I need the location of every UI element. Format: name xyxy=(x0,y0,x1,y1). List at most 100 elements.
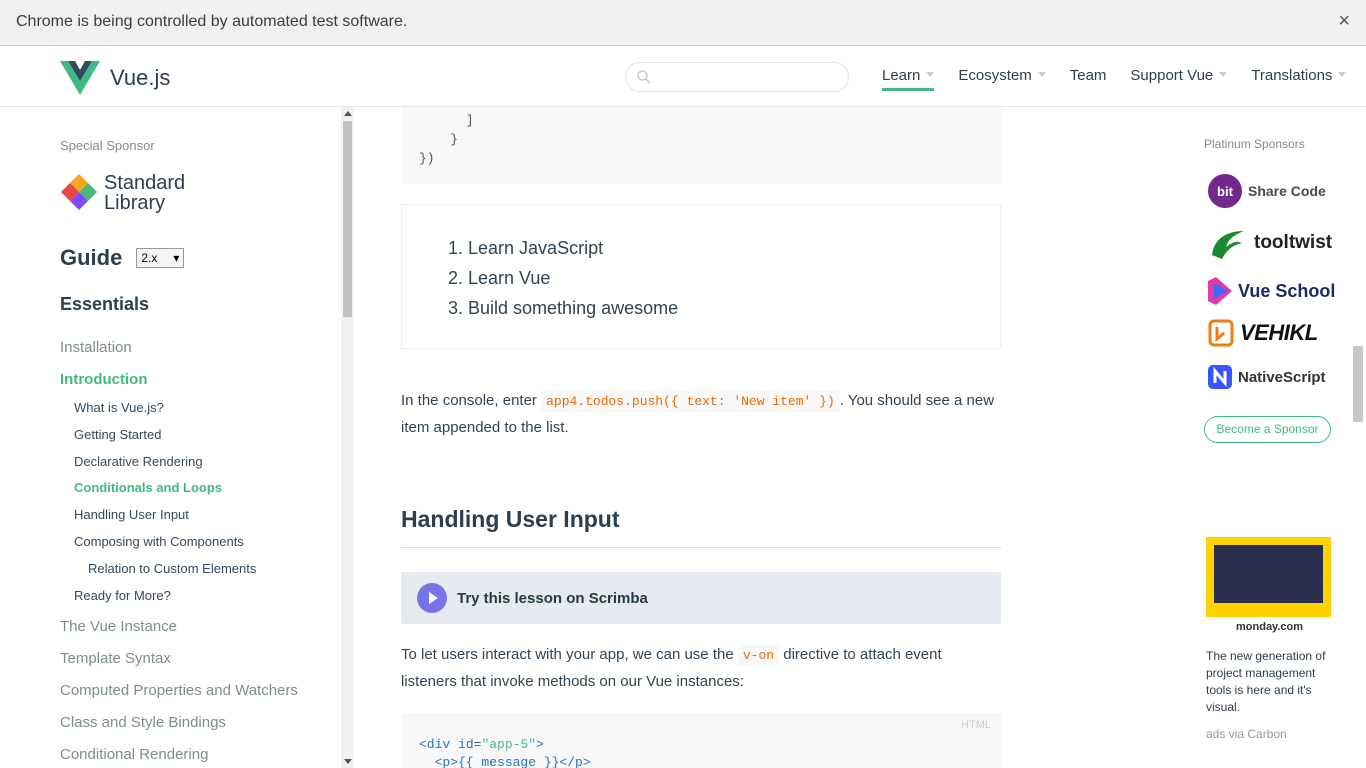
vue-logo-icon xyxy=(60,61,100,95)
sidebar-item-getting-started[interactable]: Getting Started xyxy=(74,427,161,442)
sponsor-name: tooltwist xyxy=(1254,232,1333,253)
todo-list: 1. Learn JavaScript 2. Learn Vue 3. Buil… xyxy=(448,233,678,323)
sidebar-item-class-style-bindings[interactable]: Class and Style Bindings xyxy=(60,714,226,731)
nav-learn[interactable]: Learn xyxy=(882,67,935,91)
code-line: ] xyxy=(419,113,474,128)
sidebar-item-composing-with-components[interactable]: Composing with Components xyxy=(74,534,244,549)
svg-text:bit: bit xyxy=(1217,184,1234,199)
scrimba-lesson-link[interactable]: Try this lesson on Scrimba xyxy=(401,572,1001,624)
sidebar: Special Sponsor Standard Library Guide 2… xyxy=(0,107,340,768)
sponsor-tooltwist[interactable]: tooltwist xyxy=(1208,225,1332,261)
scroll-down-icon[interactable] xyxy=(344,759,352,764)
sidebar-item-relation-to-custom-elements[interactable]: Relation to Custom Elements xyxy=(88,561,256,576)
carbon-ad-text[interactable]: The new generation of project management… xyxy=(1206,648,1334,716)
standard-library-name: Standard Library xyxy=(104,173,185,213)
page-scrollbar-thumb[interactable] xyxy=(1353,346,1363,422)
vehikl-logo-icon xyxy=(1208,319,1234,347)
scrollbar-thumb[interactable] xyxy=(343,121,352,317)
chevron-down-icon xyxy=(926,71,935,77)
vue-logo-link[interactable]: Vue.js xyxy=(60,61,170,95)
paragraph-text: To let users interact with your app, we … xyxy=(401,646,738,663)
sidebar-item-installation[interactable]: Installation xyxy=(60,339,132,356)
sponsor-name: Vue School xyxy=(1238,280,1336,301)
sponsor-vehikl[interactable]: VEHIKL xyxy=(1208,319,1318,347)
bit-logo-icon: bit xyxy=(1208,174,1242,208)
nav-label: Ecosystem xyxy=(958,67,1032,84)
nav-translations[interactable]: Translations xyxy=(1251,67,1347,91)
play-icon xyxy=(417,583,447,613)
carbon-ad-image[interactable] xyxy=(1206,537,1331,617)
scrimba-label: Try this lesson on Scrimba xyxy=(457,590,648,607)
code-language-label: HTML xyxy=(961,719,991,731)
sidebar-item-declarative-rendering[interactable]: Declarative Rendering xyxy=(74,454,203,469)
sidebar-item-conditionals-and-loops[interactable]: Conditionals and Loops xyxy=(74,480,222,495)
code-token: > xyxy=(536,737,544,752)
chevron-down-icon xyxy=(1037,71,1046,77)
platinum-sponsors-label: Platinum Sponsors xyxy=(1204,137,1305,151)
paragraph-text: In the console, enter xyxy=(401,392,542,409)
code-line: <div id="app-5"> xyxy=(419,737,544,752)
guide-title: Guide xyxy=(60,245,123,270)
sponsor-name-line1: Standard xyxy=(104,172,186,194)
list-item: 2. Learn Vue xyxy=(448,268,551,288)
search-input[interactable] xyxy=(656,67,841,87)
chevron-down-icon xyxy=(1338,71,1347,77)
become-sponsor-button[interactable]: Become a Sponsor xyxy=(1204,416,1331,443)
sidebar-item-ready-for-more[interactable]: Ready for More? xyxy=(74,588,171,603)
search-icon xyxy=(637,70,651,84)
infobar-message: Chrome is being controlled by automated … xyxy=(16,13,408,30)
ad-screenshot xyxy=(1214,545,1323,603)
sidebar-scrollbar[interactable] xyxy=(341,107,354,768)
ads-via-carbon-link[interactable]: ads via Carbon xyxy=(1206,727,1287,741)
code-token: "app-5" xyxy=(481,737,537,752)
list-item: 3. Build something awesome xyxy=(448,298,679,318)
logo-text: Vue.js xyxy=(110,65,171,90)
inline-code: app4.todos.push({ text: 'New item' }) xyxy=(541,391,840,412)
close-icon[interactable]: × xyxy=(1338,11,1350,31)
chevron-down-icon xyxy=(1219,71,1228,77)
standard-library-logo-icon xyxy=(61,174,97,210)
version-select[interactable]: 2.x ▾ xyxy=(136,248,185,268)
site-header: Vue.js Learn Ecosystem Team Support Vue … xyxy=(0,46,1366,107)
nav-label: Translations xyxy=(1251,67,1333,84)
chevron-down-icon: ▾ xyxy=(173,251,180,265)
special-sponsor-label: Special Sponsor xyxy=(60,138,155,153)
code-block-app4: ] } }) xyxy=(401,107,1001,184)
nav-label: Team xyxy=(1069,67,1107,84)
sponsor-name-line2: Library xyxy=(104,192,166,214)
sidebar-item-what-is-vue[interactable]: What is Vue.js? xyxy=(74,400,164,415)
sidebar-item-template-syntax[interactable]: Template Syntax xyxy=(60,650,171,667)
nav-label: Support Vue xyxy=(1130,67,1214,84)
scroll-up-icon[interactable] xyxy=(344,111,352,116)
nav-label: Learn xyxy=(882,67,921,84)
nav-support-vue[interactable]: Support Vue xyxy=(1130,67,1228,91)
paragraph-v-on: To let users interact with your app, we … xyxy=(401,642,1001,695)
vueschool-logo-icon xyxy=(1208,277,1232,305)
sponsor-name: VEHIKL xyxy=(1240,320,1318,345)
paragraph-console: In the console, enter app4.todos.push({ … xyxy=(401,388,1001,441)
sponsor-vue-school[interactable]: Vue School xyxy=(1208,277,1335,305)
main-nav: Learn Ecosystem Team Support Vue Transla… xyxy=(882,67,1366,91)
section-title-essentials: Essentials xyxy=(60,294,150,314)
special-sponsor-link[interactable]: Standard Library xyxy=(60,173,185,213)
code-line: } xyxy=(419,132,459,147)
ad-brand-logo: monday.com xyxy=(1236,621,1304,633)
sidebar-item-the-vue-instance[interactable]: The Vue Instance xyxy=(60,618,177,635)
nav-ecosystem[interactable]: Ecosystem xyxy=(958,67,1046,91)
code-token: id xyxy=(458,737,474,752)
guide-header: Guide 2.x ▾ xyxy=(60,245,185,271)
sidebar-item-handling-user-input[interactable]: Handling User Input xyxy=(74,507,189,522)
code-line: <p>{{ message }}</p> xyxy=(419,755,591,768)
search-box[interactable] xyxy=(625,62,849,92)
code-block-app5: HTML <div id="app-5"> <p>{{ message }}</… xyxy=(401,713,1001,768)
sponsor-bit[interactable]: bit Share Code xyxy=(1208,174,1326,208)
sidebar-item-computed-properties[interactable]: Computed Properties and Watchers xyxy=(60,682,298,699)
nav-team[interactable]: Team xyxy=(1070,67,1107,91)
demo-output-box: 1. Learn JavaScript 2. Learn Vue 3. Buil… xyxy=(401,204,1001,349)
sponsor-nativescript[interactable]: NativeScript xyxy=(1208,365,1326,389)
automation-infobar: Chrome is being controlled by automated … xyxy=(0,0,1366,46)
section-heading: Handling User Input xyxy=(401,506,1001,548)
sponsor-name: NativeScript xyxy=(1238,368,1326,386)
sidebar-item-introduction[interactable]: Introduction xyxy=(60,371,147,388)
sidebar-item-conditional-rendering[interactable]: Conditional Rendering xyxy=(60,746,208,763)
